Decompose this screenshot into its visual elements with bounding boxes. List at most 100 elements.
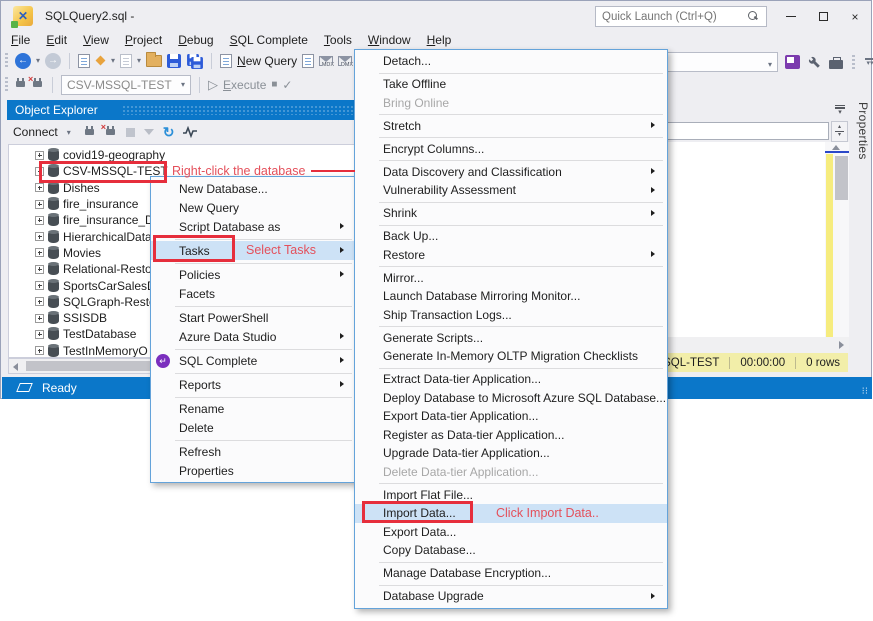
stop-icon[interactable]: ■ <box>271 79 277 90</box>
minimize-button[interactable] <box>777 6 805 27</box>
menu-item-register-dac[interactable]: Register as Data-tier Application... <box>355 426 667 445</box>
menu-item-database-upgrade[interactable]: Database Upgrade <box>355 587 667 606</box>
filter-icon[interactable] <box>144 129 154 135</box>
expand-icon[interactable] <box>35 314 44 323</box>
quick-launch-input[interactable] <box>602 8 742 25</box>
menu-item-copy-database[interactable]: Copy Database... <box>355 541 667 560</box>
expand-icon[interactable] <box>35 216 44 225</box>
menu-item-new-database[interactable]: New Database... <box>151 179 356 198</box>
refresh-icon[interactable]: ↻ <box>163 126 175 138</box>
menu-item-launch-mirroring-monitor[interactable]: Launch Database Mirroring Monitor... <box>355 287 667 306</box>
menu-help[interactable]: Help <box>419 31 460 49</box>
expand-icon[interactable] <box>35 232 44 241</box>
add-item-disabled-button[interactable] <box>120 54 132 68</box>
menu-file[interactable]: File <box>3 31 38 49</box>
open-file-button[interactable] <box>146 55 162 67</box>
menu-item-encrypt-columns[interactable]: Encrypt Columns... <box>355 140 667 159</box>
navigate-forward-button[interactable]: → <box>45 53 61 69</box>
scrollbar-thumb[interactable] <box>835 156 848 200</box>
maximize-button[interactable] <box>809 6 837 27</box>
editor-options-chevron-icon[interactable]: ▾ <box>834 105 846 115</box>
toolbar-overflow-button[interactable]: ▾▾ <box>864 58 873 66</box>
menu-item-azure-data-studio[interactable]: Azure Data Studio <box>151 327 356 346</box>
menu-view[interactable]: View <box>75 31 117 49</box>
close-button[interactable]: × <box>841 6 869 27</box>
oe-connect-plug-icon[interactable] <box>84 126 96 139</box>
save-all-button[interactable] <box>186 53 203 69</box>
menu-item-policies[interactable]: Policies <box>151 265 356 284</box>
properties-autohide-tab[interactable]: Properties <box>853 102 870 180</box>
menu-item-mirror[interactable]: Mirror... <box>355 269 667 288</box>
menu-item-manage-encryption[interactable]: Manage Database Encryption... <box>355 564 667 583</box>
quick-launch-box[interactable] <box>595 6 767 27</box>
resize-grip[interactable]: ⁝⁝ <box>862 386 868 397</box>
menu-item-refresh[interactable]: Refresh <box>151 442 356 461</box>
menu-item-new-query[interactable]: New Query <box>151 198 356 217</box>
database-query-icon[interactable] <box>302 54 314 68</box>
menu-item-stretch[interactable]: Stretch <box>355 117 667 136</box>
menu-item-script-database-as[interactable]: Script Database as <box>151 217 356 236</box>
menu-item-facets[interactable]: Facets <box>151 284 356 303</box>
menu-item-import-data[interactable]: Import Data... Click Import Data.. <box>355 504 667 523</box>
expand-icon[interactable] <box>35 346 44 355</box>
menu-item-ship-transaction-logs[interactable]: Ship Transaction Logs... <box>355 306 667 325</box>
menu-window[interactable]: Window <box>360 31 419 49</box>
toolbar-grip[interactable] <box>5 53 8 68</box>
menu-item-export-data[interactable]: Export Data... <box>355 523 667 542</box>
connect-plug-icon[interactable] <box>15 78 27 91</box>
menu-item-reports[interactable]: Reports <box>151 375 356 394</box>
oe-stop-icon[interactable] <box>126 128 135 137</box>
connect-button[interactable]: Connect <box>13 125 58 139</box>
menu-item-back-up[interactable]: Back Up... <box>355 227 667 246</box>
menu-tools[interactable]: Tools <box>316 31 360 49</box>
menu-item-rename[interactable]: Rename <box>151 399 356 418</box>
vs-window-icon[interactable] <box>785 55 800 69</box>
menu-item-properties[interactable]: Properties <box>151 461 356 480</box>
menu-item-vulnerability-assessment[interactable]: Vulnerability Assessment <box>355 181 667 200</box>
menu-item-shrink[interactable]: Shrink <box>355 204 667 223</box>
database-combobox[interactable]: CSV-MSSQL-TEST ▾ <box>61 75 191 95</box>
menu-item-export-dac[interactable]: Export Data-tier Application... <box>355 407 667 426</box>
connect-caret-icon[interactable]: ▾ <box>67 128 71 137</box>
menu-item-delete[interactable]: Delete <box>151 418 356 437</box>
execute-button[interactable]: Execute <box>223 78 266 92</box>
menu-debug[interactable]: Debug <box>170 31 221 49</box>
toolbox-icon[interactable] <box>829 60 843 69</box>
activity-monitor-icon[interactable] <box>183 126 197 138</box>
menu-item-detach[interactable]: Detach... <box>355 52 667 71</box>
expand-icon[interactable] <box>35 151 44 160</box>
menu-item-start-powershell[interactable]: Start PowerShell <box>151 308 356 327</box>
menu-item-extract-dac[interactable]: Extract Data-tier Application... <box>355 370 667 389</box>
scroll-up-icon[interactable] <box>832 145 840 150</box>
editor-vertical-scrollbar[interactable] <box>825 142 849 337</box>
menu-item-generate-inmemory-checklists[interactable]: Generate In-Memory OLTP Migration Checkl… <box>355 347 667 366</box>
navigate-back-button[interactable]: ← <box>15 53 31 69</box>
disconnect-plug-icon[interactable]: × <box>32 78 44 91</box>
scroll-left-icon[interactable] <box>13 363 18 371</box>
menu-item-deploy-to-azure[interactable]: Deploy Database to Microsoft Azure SQL D… <box>355 389 667 408</box>
menu-edit[interactable]: Edit <box>38 31 75 49</box>
oe-disconnect-plug-icon[interactable]: × <box>105 126 117 139</box>
menu-item-upgrade-dac[interactable]: Upgrade Data-tier Application... <box>355 444 667 463</box>
menu-project[interactable]: Project <box>117 31 170 49</box>
new-query-button[interactable]: New Query <box>237 54 297 68</box>
menu-item-data-discovery[interactable]: Data Discovery and Classification <box>355 163 667 182</box>
add-new-item-button[interactable] <box>78 54 90 68</box>
toolbar-grip[interactable] <box>5 77 8 92</box>
menu-item-sql-complete[interactable]: ↵SQL Complete <box>151 351 356 370</box>
expand-icon[interactable] <box>35 183 44 192</box>
menu-sql-complete[interactable]: SQL Complete <box>222 31 316 49</box>
expand-icon[interactable] <box>35 297 44 306</box>
back-dropdown-caret-icon[interactable]: ▾ <box>36 56 40 65</box>
new-item-dropdown-caret-icon[interactable]: ▾ <box>111 56 115 65</box>
save-button[interactable] <box>167 54 181 68</box>
toolbar-grip[interactable] <box>852 55 855 70</box>
expand-icon[interactable] <box>35 281 44 290</box>
menu-item-take-offline[interactable]: Take Offline <box>355 75 667 94</box>
expand-icon[interactable] <box>35 265 44 274</box>
expand-icon[interactable] <box>35 248 44 257</box>
editor-splitter-handle[interactable]: ▴▾ <box>831 121 848 142</box>
wrench-icon[interactable] <box>807 55 822 70</box>
parse-check-icon[interactable]: ✓ <box>282 78 292 92</box>
expand-icon[interactable] <box>35 200 44 209</box>
